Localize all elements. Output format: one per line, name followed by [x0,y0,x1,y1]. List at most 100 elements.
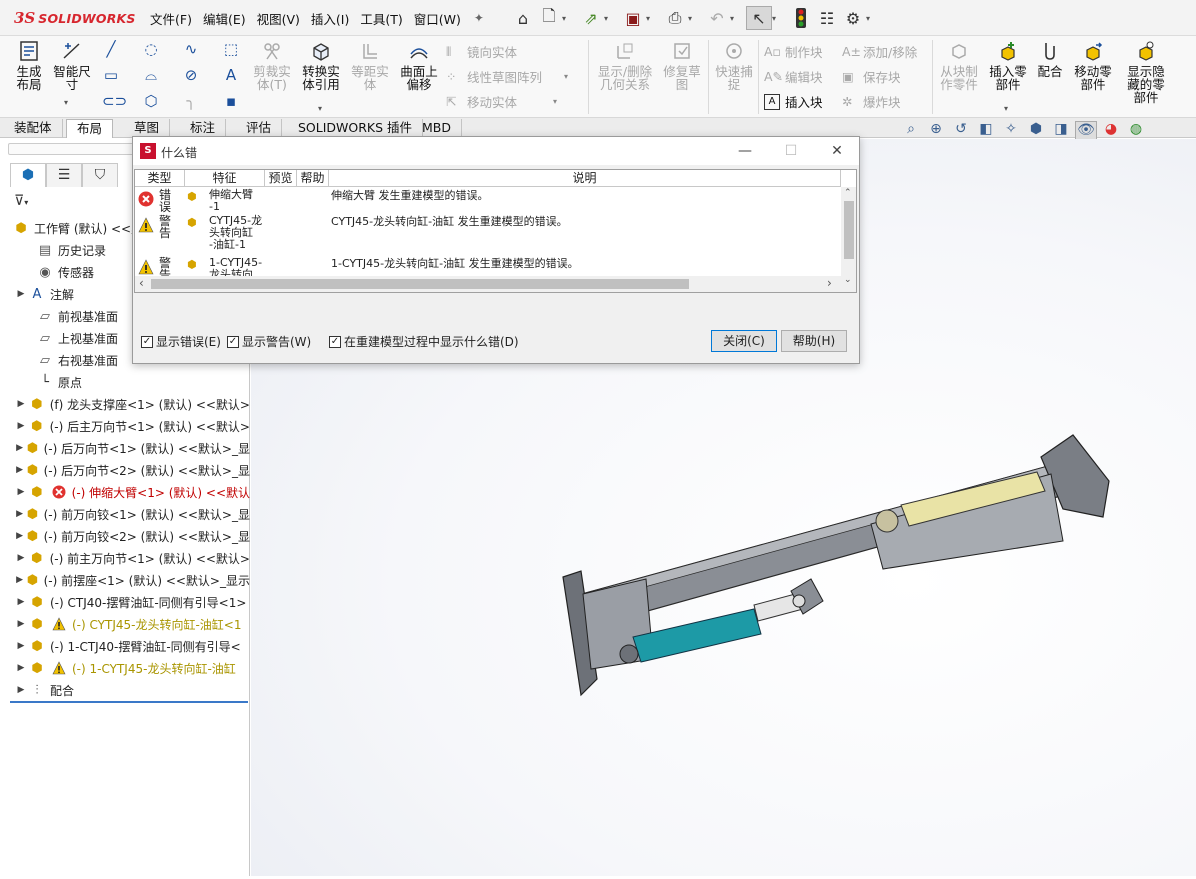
column-type[interactable]: 类型 [135,170,185,187]
close-button[interactable]: 关闭(C) [711,330,777,352]
file-properties-icon[interactable]: ☷ [814,6,840,30]
quick-snaps-button[interactable]: 快速捕 捉 [712,40,756,91]
offset-entities-button[interactable]: 等距实 体 [348,40,392,91]
expand-arrow-icon[interactable]: ▶ [14,641,28,651]
scroll-down-icon[interactable]: ⌄ [844,275,852,285]
mate-button[interactable]: 配合 [1034,40,1066,78]
scroll-up-icon[interactable]: ⌃ [844,188,852,198]
options-gear-icon[interactable]: ⚙ [840,6,866,30]
options-dropdown-icon[interactable]: ▾ [866,14,876,23]
expand-arrow-icon[interactable]: ▶ [14,575,25,585]
expand-arrow-icon[interactable]: ▶ [14,509,25,519]
tree-item[interactable]: ▶ ⬢ (-) 后主万向节<1> (默认) <<默认> [0,415,250,437]
scroll-right-icon[interactable]: › [827,276,832,290]
insert-components-button[interactable]: 插入零 部件 [986,40,1030,91]
pattern-dropdown-icon[interactable]: ▾ [564,72,568,81]
expand-arrow-icon[interactable]: ▶ [14,487,28,497]
expand-arrow-icon[interactable]: ▶ [14,685,28,695]
move-entities-button[interactable]: ⇱ 移动实体 ▾ [446,92,557,111]
show-errors-checkbox[interactable]: ✓ 显示错误(E) [141,333,221,350]
tab-layout[interactable]: 布局 [66,119,114,138]
tree-item[interactable]: ▶ ⬢ (-) 后万向节<2> (默认) <<默认>_显 [0,459,250,481]
display-style-icon[interactable]: ◨ [1050,121,1072,141]
zoom-to-fit-icon[interactable]: ⌕ [900,121,922,141]
ellipse-icon[interactable]: ⊘ [182,66,200,84]
move-dropdown-icon[interactable]: ▾ [553,97,557,106]
print-dropdown-icon[interactable]: ▾ [688,14,698,23]
menu-file[interactable]: 文件(F) [150,9,192,28]
point-icon[interactable]: ▪ [222,92,240,110]
dialog-title-bar[interactable]: S 什么错 — ☐ ✕ [133,137,859,165]
dynamic-annotation-icon[interactable]: ✧ [1000,121,1022,141]
tree-item[interactable]: ▶ ⬢ (-) CTJ40-摆臂油缸-同侧有引导<1> [0,591,250,613]
previous-view-icon[interactable]: ↺ [950,121,972,141]
expand-arrow-icon[interactable]: ▶ [14,399,28,409]
explode-block-button[interactable]: ✲ 爆炸块 [842,92,901,111]
help-button[interactable]: 帮助(H) [781,330,847,352]
undo-icon[interactable]: ↶ [704,6,730,30]
show-hidden-components-button[interactable]: 显示隐 藏的零 部件 [1122,40,1170,104]
add-remove-button[interactable]: A± 添加/移除 [842,42,917,61]
cylinder-teal-body[interactable] [632,608,762,663]
tree-item[interactable]: ▶ ⬢ (-) 1-CYTJ45-龙头转向缸-油缸 [0,657,250,679]
trim-entities-button[interactable]: 剪裁实 体(T) [250,40,294,91]
edit-block-button[interactable]: A✎ 编辑块 [764,67,823,86]
zoom-to-area-icon[interactable]: ⊕ [925,121,947,141]
insert-block-button[interactable]: A 插入块 [764,92,823,111]
show-during-rebuild-checkbox[interactable]: ✓ 在重建模型过程中显示什么错(D) [329,333,519,350]
fillet-icon[interactable]: ╮ [182,92,200,110]
filter-icon[interactable]: ⊽▾ [14,193,28,209]
linear-sketch-pattern-button[interactable]: ⁘ 线性草图阵列 ▾ [446,67,568,86]
hide-show-items-icon[interactable]: 👁 [1075,121,1097,141]
column-feature[interactable]: 特征 [185,170,265,187]
expand-arrow-icon[interactable]: ▶ [14,663,28,673]
close-icon[interactable]: ✕ [823,141,851,161]
construction-geometry-icon[interactable]: ⬚ [222,40,240,58]
expand-arrow-icon[interactable]: ▶ [14,289,28,299]
open-dropdown-icon[interactable]: ▾ [604,14,614,23]
spline-icon[interactable]: ∿ [182,40,200,58]
expand-arrow-icon[interactable]: ▶ [14,443,25,453]
horizontal-scroll-thumb[interactable] [151,279,689,289]
arc-icon[interactable]: ⌓ [142,66,160,84]
save-block-button[interactable]: ▣ 保存块 [842,67,901,86]
repair-sketch-button[interactable]: 修复草 图 [660,40,704,91]
new-document-icon[interactable]: 🗋 [536,6,562,30]
tree-item[interactable]: ▶ ⬢ (-) 后万向节<1> (默认) <<默认>_显 [0,437,250,459]
menu-window[interactable]: 窗口(W) [414,9,461,28]
offset-on-surface-button[interactable]: 曲面上 偏移 [396,40,442,91]
tree-item[interactable]: ▶ ⬢ (-) 1-CTJ40-摆臂油缸-同侧有引导< [0,635,250,657]
property-manager-tab-icon[interactable]: ☰ [46,163,82,187]
tree-item[interactable]: ▶ ⬢ (f) 龙头支撑座<1> (默认) <<默认> [0,393,250,415]
mirror-entities-button[interactable]: ⫴ 镜向实体 [446,42,517,61]
view-orientation-icon[interactable]: ⬢ [1025,121,1047,141]
section-view-icon[interactable]: ◧ [975,121,997,141]
scene-icon[interactable]: ◍ [1125,121,1147,141]
show-warnings-checkbox[interactable]: ✓ 显示警告(W) [227,333,311,350]
rebuild-traffic-light-icon[interactable] [788,6,814,30]
insert-component-dropdown-icon[interactable]: ▾ [1004,104,1008,113]
convert-entities-button[interactable]: 转换实 体引用 [298,40,344,91]
appearance-icon[interactable]: ◕ [1100,121,1122,141]
column-preview[interactable]: 预览 [265,170,297,187]
display-delete-relations-button[interactable]: 显示/删除 几何关系 [594,40,656,91]
tree-item[interactable]: ▶ ⬢ (-) CYTJ45-龙头转向缸-油缸<1 [0,613,250,635]
feature-manager-tab-icon[interactable]: ⬢ [10,163,46,187]
select-dropdown-icon[interactable]: ▾ [772,14,782,23]
save-icon[interactable]: ▣ [620,6,646,30]
pin-icon[interactable]: ✦ [474,11,484,25]
column-description[interactable]: 说明 [329,170,841,187]
vertical-scroll-thumb[interactable] [844,201,854,259]
expand-arrow-icon[interactable]: ▶ [14,465,25,475]
tab-assembly[interactable]: 装配体 [4,119,63,138]
expand-arrow-icon[interactable]: ▶ [14,597,28,607]
tree-item[interactable]: ▶ ⬢ (-) 前主万向节<1> (默认) <<默认> [0,547,250,569]
save-dropdown-icon[interactable]: ▾ [646,14,656,23]
dimension-dropdown-icon[interactable]: ▾ [64,98,68,107]
circle-icon[interactable]: ◌ [142,40,160,58]
tree-item[interactable]: ▶ ⬢ (-) 前万向铰<2> (默认) <<默认>_显 [0,525,250,547]
menu-view[interactable]: 视图(V) [257,9,300,28]
make-part-from-block-button[interactable]: 从块制 作零件 [936,40,982,91]
vertical-scrollbar[interactable]: ⌃ ⌄ [841,187,856,292]
menu-tools[interactable]: 工具(T) [360,9,402,28]
